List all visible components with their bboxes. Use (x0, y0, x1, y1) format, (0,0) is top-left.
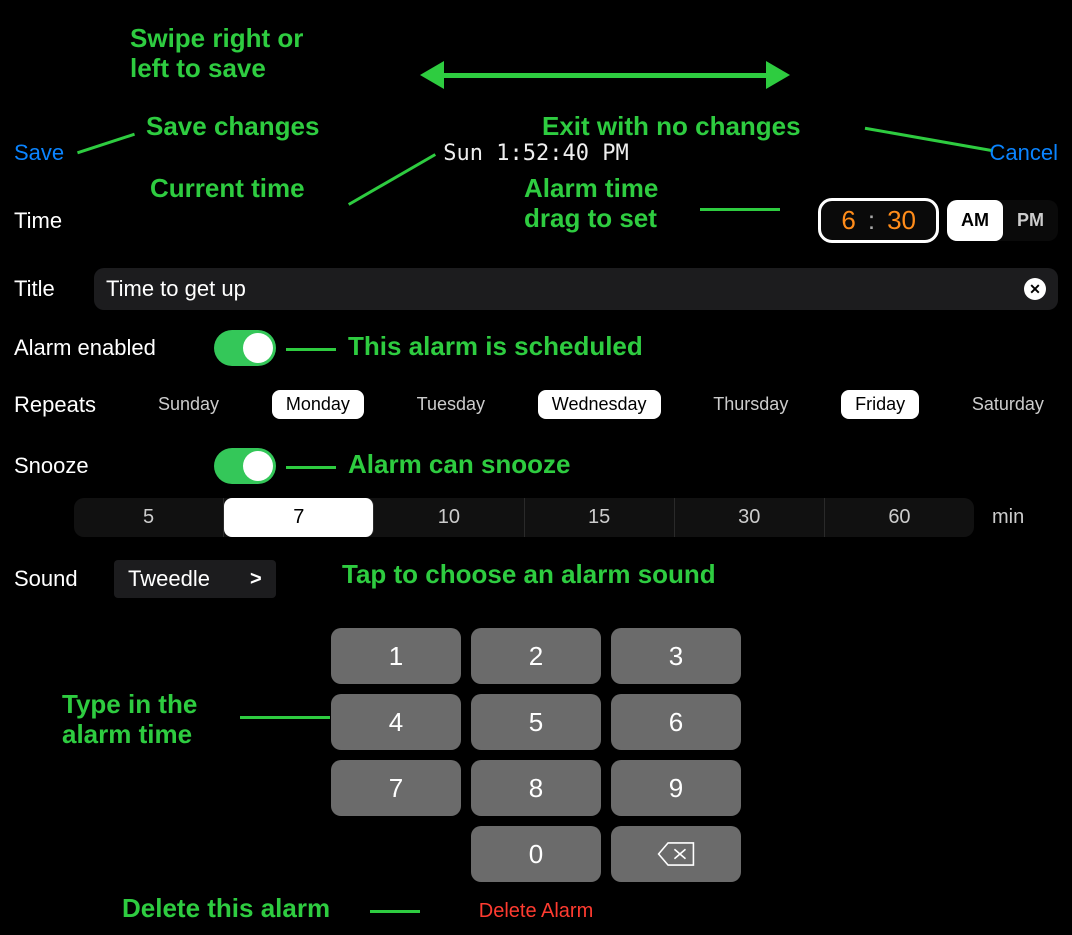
alarm-hour[interactable]: 6 (835, 205, 861, 236)
annotation-save-changes: Save changes (146, 112, 319, 142)
keypad-blank (331, 826, 461, 882)
pm-option[interactable]: PM (1003, 200, 1058, 241)
delete-alarm-button[interactable]: Delete Alarm (479, 900, 594, 922)
keypad-1[interactable]: 1 (331, 628, 461, 684)
save-button[interactable]: Save (14, 140, 64, 166)
title-input[interactable] (106, 276, 1024, 302)
repeats-label: Repeats (14, 392, 144, 418)
sound-select[interactable]: Tweedle > (114, 560, 276, 598)
keypad-3[interactable]: 3 (611, 628, 741, 684)
alarm-enabled-toggle[interactable] (214, 330, 276, 366)
cancel-button[interactable]: Cancel (990, 140, 1058, 166)
keypad-6[interactable]: 6 (611, 694, 741, 750)
close-icon: ✕ (1029, 281, 1041, 298)
snooze-option-60[interactable]: 60 (825, 498, 974, 537)
current-time-label: Sun 1:52:40 PM (443, 141, 628, 166)
sound-value: Tweedle (128, 566, 210, 592)
day-sunday[interactable]: Sunday (144, 390, 233, 419)
day-monday[interactable]: Monday (272, 390, 364, 419)
day-saturday[interactable]: Saturday (958, 390, 1058, 419)
am-option[interactable]: AM (947, 200, 1003, 241)
alarm-time-picker[interactable]: 6 : 30 (818, 198, 939, 243)
backspace-icon (657, 841, 695, 867)
day-thursday[interactable]: Thursday (699, 390, 802, 419)
time-colon: : (862, 205, 881, 236)
chevron-right-icon: > (250, 568, 262, 591)
snooze-option-15[interactable]: 15 (525, 498, 675, 537)
keypad-5[interactable]: 5 (471, 694, 601, 750)
clear-title-button[interactable]: ✕ (1024, 278, 1046, 300)
title-label: Title (14, 276, 94, 302)
keypad-8[interactable]: 8 (471, 760, 601, 816)
snooze-duration-segmented[interactable]: 5710153060 (74, 498, 974, 537)
ampm-toggle[interactable]: AM PM (947, 200, 1058, 241)
snooze-option-10[interactable]: 10 (374, 498, 524, 537)
snooze-label: Snooze (14, 453, 214, 479)
snooze-toggle[interactable] (214, 448, 276, 484)
numeric-keypad: 123 456 7890 (331, 628, 741, 882)
keypad-7[interactable]: 7 (331, 760, 461, 816)
keypad-2[interactable]: 2 (471, 628, 601, 684)
keypad-4[interactable]: 4 (331, 694, 461, 750)
sound-label: Sound (14, 566, 114, 592)
keypad-9[interactable]: 9 (611, 760, 741, 816)
annotation-type-in: Type in the alarm time (62, 690, 197, 750)
snooze-option-30[interactable]: 30 (675, 498, 825, 537)
keypad-backspace[interactable] (611, 826, 741, 882)
annotation-line (240, 716, 330, 719)
time-label: Time (14, 208, 174, 234)
annotation-swipe: Swipe right or left to save (130, 24, 303, 84)
alarm-enabled-label: Alarm enabled (14, 335, 214, 361)
alarm-minute[interactable]: 30 (881, 205, 922, 236)
snooze-option-7[interactable]: 7 (224, 498, 374, 537)
annotation-exit-no-changes: Exit with no changes (542, 112, 801, 142)
snooze-option-5[interactable]: 5 (74, 498, 224, 537)
day-tuesday[interactable]: Tuesday (403, 390, 499, 419)
swipe-arrow-icon (420, 55, 790, 95)
snooze-unit-label: min (992, 506, 1024, 529)
day-wednesday[interactable]: Wednesday (538, 390, 661, 419)
keypad-0[interactable]: 0 (471, 826, 601, 882)
day-friday[interactable]: Friday (841, 390, 919, 419)
